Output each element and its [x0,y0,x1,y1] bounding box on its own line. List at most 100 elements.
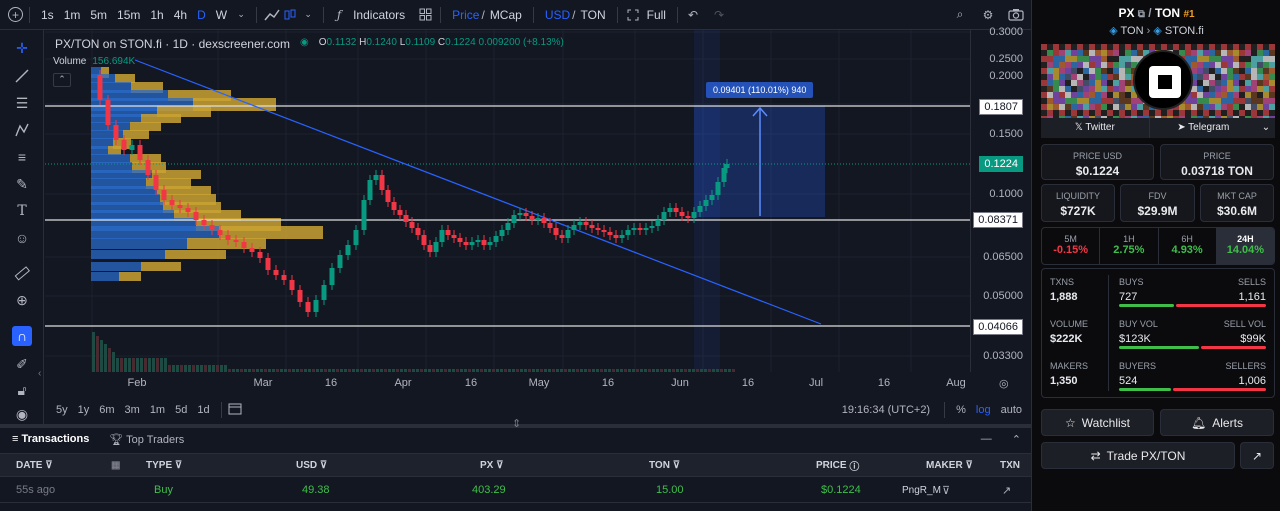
ruler-icon[interactable] [12,263,32,283]
quick-search-icon[interactable]: ⌕ [951,6,969,24]
undo-icon[interactable]: ↶ [684,6,702,24]
external-link-icon[interactable]: ↗ [1002,477,1011,503]
interval-w[interactable]: W [211,8,232,22]
chevron-down-icon[interactable]: ⌄ [232,6,250,24]
filter-icon[interactable]: ⊽ [45,460,52,471]
chart-plot[interactable] [45,30,970,372]
chevron-down-icon[interactable]: ⌄ [299,6,317,24]
layout-grid-icon[interactable] [416,6,434,24]
tab-1h[interactable]: 1H 2.75% [1100,228,1159,264]
usd-toggle[interactable]: USD [540,8,572,22]
ton-toggle[interactable]: TON [576,8,611,22]
collapse-toolbar-icon[interactable]: ‹ [38,368,41,379]
clock[interactable]: 19:16:34 (UTC+2) [842,404,930,416]
price-axis[interactable]: 0.3000 0.2500 0.2000 0.1500 0.1000 0.065… [970,26,1031,372]
fullscreen-icon[interactable] [624,6,642,24]
filter-icon[interactable]: ⊽ [942,477,950,503]
camera-icon[interactable] [1007,6,1025,24]
lock-draw-icon[interactable]: ✐ [12,354,32,374]
interval-1h[interactable]: 1h [145,8,168,22]
col-price[interactable]: PRICE ⓘ [816,454,859,476]
indicators-button[interactable]: Indicators [348,8,410,22]
tab-6h[interactable]: 6H 4.93% [1159,228,1217,264]
range-1y[interactable]: 1y [73,404,95,416]
text-icon[interactable]: T [12,201,32,221]
range-5y[interactable]: 5y [51,404,73,416]
indicators-icon[interactable]: ƒ [330,6,348,24]
external-link-icon[interactable]: ↗ [1240,442,1274,469]
chevron-down-icon[interactable]: ⌄ [1257,118,1275,138]
redo-icon[interactable]: ↷ [710,6,728,24]
goto-date-icon[interactable] [228,402,242,418]
interval-1s[interactable]: 1s [36,8,59,22]
tx-px: 403.29 [472,484,506,496]
minimize-icon[interactable]: — [981,433,992,445]
col-px[interactable]: PX ⊽ [480,454,503,476]
time-axis[interactable]: Feb Mar 16 Apr 16 May 16 Jun 16 Jul 16 A… [45,372,970,392]
crosshair-icon[interactable]: ✛ [12,38,32,58]
auto-toggle[interactable]: auto [996,404,1027,416]
horizontal-lines-icon[interactable]: ☰ [12,93,32,113]
gear-icon[interactable]: ⚙ [979,6,997,24]
tab-top-traders[interactable]: 🏆︎ Top Traders [109,433,184,446]
candles-icon[interactable] [281,6,299,24]
range-6m[interactable]: 6m [94,404,119,416]
calendar-icon[interactable]: ▦ [111,454,120,476]
line-chart-icon[interactable] [263,6,281,24]
info-icon[interactable]: ⓘ [849,458,859,473]
interval-5m[interactable]: 5m [85,8,112,22]
range-5d[interactable]: 5d [170,404,192,416]
mcap-toggle[interactable]: MCap [485,8,527,22]
filter-icon[interactable]: ⊽ [320,460,327,471]
swap-icon: ⇄ [1090,448,1101,463]
zoom-in-icon[interactable]: ⊕ [12,290,32,310]
filter-icon[interactable]: ⊽ [673,460,680,471]
watchlist-button[interactable]: ☆ Watchlist [1041,409,1154,436]
copy-icon[interactable]: ⧉ [1138,9,1145,20]
log-toggle[interactable]: log [971,404,996,416]
interval-d[interactable]: D [192,8,211,22]
dex-name[interactable]: STON.fi [1165,25,1204,37]
full-button[interactable]: Full [642,8,671,22]
col-type[interactable]: TYPE ⊽ [146,454,182,476]
twitter-link[interactable]: 𝕏 Twitter [1041,118,1149,138]
expand-icon[interactable]: ⌃ [1012,433,1021,446]
price-toggle[interactable]: Price [447,8,481,22]
goto-realtime-icon[interactable]: ◎ [999,377,1009,390]
fib-retracement-icon[interactable]: ≡ [12,147,32,167]
telegram-link[interactable]: ➤ Telegram [1150,118,1258,138]
tx-maker[interactable]: PngR_M [902,477,941,503]
range-3m[interactable]: 3m [120,404,145,416]
banner-pixel [1065,80,1071,86]
filter-icon[interactable]: ⊽ [496,460,503,471]
percent-toggle[interactable]: % [951,404,971,416]
brush-icon[interactable]: ✎ [12,174,32,194]
filter-icon[interactable]: ⊽ [175,460,182,471]
tab-24h[interactable]: 24H 14.04% [1216,228,1274,264]
interval-1m[interactable]: 1m [59,8,86,22]
col-usd[interactable]: USD ⊽ [296,454,327,476]
alerts-button[interactable]: 🔔︎ Alerts [1160,409,1274,436]
lock-icon[interactable]: 🔓︎ [12,380,32,400]
interval-4h[interactable]: 4h [169,8,192,22]
emoji-icon[interactable]: ☺ [12,228,32,248]
col-ton[interactable]: TON ⊽ [649,454,680,476]
interval-15m[interactable]: 15m [112,8,145,22]
filter-icon[interactable]: ⊽ [965,460,972,471]
eye-icon[interactable]: ◉ [12,404,32,424]
trend-line-icon[interactable] [12,66,32,86]
trade-button[interactable]: ⇄ Trade PX/TON [1041,442,1235,469]
eye-icon[interactable]: ◉ [300,37,309,51]
col-date[interactable]: DATE ⊽ [16,454,53,476]
pitchfork-icon[interactable] [12,120,32,140]
tab-5m[interactable]: 5M -0.15% [1042,228,1101,264]
range-1d[interactable]: 1d [192,404,214,416]
banner-pixel [1227,56,1233,62]
range-1m[interactable]: 1m [145,404,170,416]
magnet-icon[interactable]: ∩ [12,326,32,346]
tab-transactions[interactable]: ≡ Transactions [12,433,89,445]
col-maker[interactable]: MAKER ⊽ [926,454,973,476]
chain-name[interactable]: TON [1121,25,1144,37]
add-symbol-icon[interactable]: + [8,7,23,22]
collapse-legend-button[interactable]: ⌃ [53,73,71,87]
